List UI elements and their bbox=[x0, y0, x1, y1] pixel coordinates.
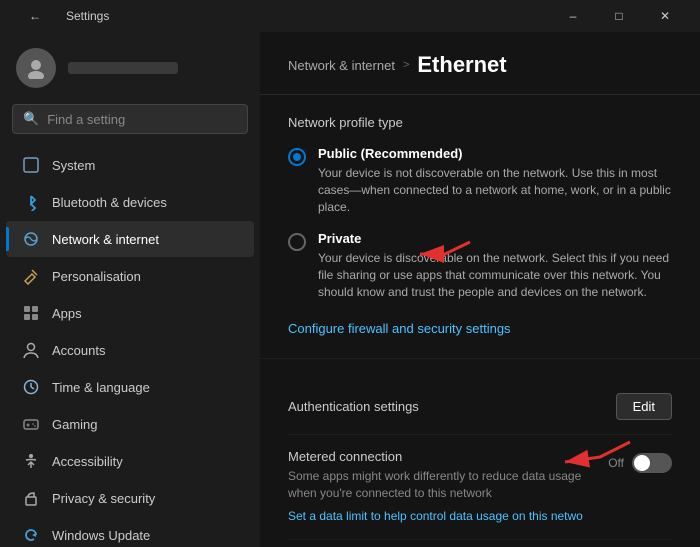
sidebar-item-network[interactable]: Network & internet bbox=[6, 221, 254, 257]
sidebar-item-label-personalisation: Personalisation bbox=[52, 269, 141, 284]
apps-icon bbox=[22, 304, 40, 322]
sidebar-item-label-time: Time & language bbox=[52, 380, 150, 395]
time-icon bbox=[22, 378, 40, 396]
sidebar-item-bluetooth[interactable]: Bluetooth & devices bbox=[6, 184, 254, 220]
search-input[interactable] bbox=[47, 112, 237, 127]
firewall-link[interactable]: Configure firewall and security settings bbox=[288, 321, 511, 336]
metered-info: Metered connection Some apps might work … bbox=[288, 449, 608, 526]
sidebar: 🔍 System Bluetooth & devices Network & int… bbox=[0, 32, 260, 547]
private-radio-content: Private Your device is discoverable on t… bbox=[318, 231, 672, 300]
sidebar-item-label-bluetooth: Bluetooth & devices bbox=[52, 195, 167, 210]
sidebar-item-label-accessibility: Accessibility bbox=[52, 454, 123, 469]
avatar bbox=[16, 48, 56, 88]
personalisation-icon bbox=[22, 267, 40, 285]
auth-settings-row: Authentication settings Edit bbox=[288, 379, 672, 435]
breadcrumb-parent[interactable]: Network & internet bbox=[288, 58, 395, 73]
gaming-icon bbox=[22, 415, 40, 433]
nav-list: System Bluetooth & devices Network & inter… bbox=[0, 146, 260, 547]
sidebar-item-label-apps: Apps bbox=[52, 306, 82, 321]
sidebar-item-label-accounts: Accounts bbox=[52, 343, 105, 358]
sidebar-item-label-gaming: Gaming bbox=[52, 417, 98, 432]
system-icon bbox=[22, 156, 40, 174]
sidebar-item-label-privacy: Privacy & security bbox=[52, 491, 155, 506]
breadcrumb-sep: > bbox=[403, 59, 409, 71]
sidebar-item-privacy[interactable]: Privacy & security bbox=[6, 480, 254, 516]
back-button[interactable]: ← bbox=[12, 0, 58, 32]
public-radio-label: Public (Recommended) bbox=[318, 146, 672, 161]
maximize-button[interactable]: □ bbox=[596, 0, 642, 32]
public-radio-content: Public (Recommended) Your device is not … bbox=[318, 146, 672, 215]
network-profile-section: Network profile type Public (Recommended… bbox=[260, 95, 700, 359]
network-profile-title: Network profile type bbox=[288, 115, 672, 130]
content-area: Network & internet > Ethernet Network pr… bbox=[260, 32, 700, 547]
metered-title: Metered connection bbox=[288, 449, 608, 464]
auth-section: Authentication settings Edit Metered con… bbox=[260, 359, 700, 547]
bluetooth-icon bbox=[22, 193, 40, 211]
private-radio-label: Private bbox=[318, 231, 672, 246]
titlebar-left: ← Settings bbox=[12, 0, 109, 32]
main-content: 🔍 System Bluetooth & devices Network & int… bbox=[0, 32, 700, 547]
metered-desc: Some apps might work differently to redu… bbox=[288, 468, 608, 502]
sidebar-item-update[interactable]: Windows Update bbox=[6, 517, 254, 547]
public-radio-circle[interactable] bbox=[288, 148, 306, 166]
titlebar: ← Settings – □ ✕ bbox=[0, 0, 700, 32]
sidebar-item-label-update: Windows Update bbox=[52, 528, 150, 543]
close-button[interactable]: ✕ bbox=[642, 0, 688, 32]
edit-button[interactable]: Edit bbox=[616, 393, 672, 420]
minimize-button[interactable]: – bbox=[550, 0, 596, 32]
accounts-icon bbox=[22, 341, 40, 359]
data-limit-link[interactable]: Set a data limit to help control data us… bbox=[288, 509, 583, 523]
update-icon bbox=[22, 526, 40, 544]
sidebar-item-personalisation[interactable]: Personalisation bbox=[6, 258, 254, 294]
privacy-icon bbox=[22, 489, 40, 507]
sidebar-item-system[interactable]: System bbox=[6, 147, 254, 183]
sidebar-item-time[interactable]: Time & language bbox=[6, 369, 254, 405]
titlebar-controls: – □ ✕ bbox=[550, 0, 688, 32]
user-display-name bbox=[68, 62, 178, 74]
user-section bbox=[0, 32, 260, 100]
content-header: Network & internet > Ethernet bbox=[260, 32, 700, 95]
search-icon: 🔍 bbox=[23, 111, 39, 127]
sidebar-item-accessibility[interactable]: Accessibility bbox=[6, 443, 254, 479]
private-radio-circle[interactable] bbox=[288, 233, 306, 251]
toggle-label: Off bbox=[608, 456, 624, 470]
titlebar-title: Settings bbox=[66, 9, 109, 23]
network-icon bbox=[22, 230, 40, 248]
public-radio-desc: Your device is not discoverable on the n… bbox=[318, 165, 672, 215]
private-radio-desc: Your device is discoverable on the netwo… bbox=[318, 250, 672, 300]
private-radio-option[interactable]: Private Your device is discoverable on t… bbox=[288, 231, 672, 300]
breadcrumb: Network & internet > Ethernet bbox=[288, 52, 672, 78]
sidebar-item-gaming[interactable]: Gaming bbox=[6, 406, 254, 442]
sidebar-item-label-system: System bbox=[52, 158, 95, 173]
metered-connection-row: Metered connection Some apps might work … bbox=[288, 435, 672, 541]
sidebar-item-label-network: Network & internet bbox=[52, 232, 159, 247]
public-radio-option[interactable]: Public (Recommended) Your device is not … bbox=[288, 146, 672, 215]
metered-toggle[interactable] bbox=[632, 453, 672, 473]
sidebar-item-accounts[interactable]: Accounts bbox=[6, 332, 254, 368]
sidebar-item-apps[interactable]: Apps bbox=[6, 295, 254, 331]
metered-toggle-container: Off bbox=[608, 453, 672, 473]
page-title: Ethernet bbox=[417, 52, 506, 78]
auth-label: Authentication settings bbox=[288, 399, 419, 414]
accessibility-icon bbox=[22, 452, 40, 470]
search-box[interactable]: 🔍 bbox=[12, 104, 248, 134]
